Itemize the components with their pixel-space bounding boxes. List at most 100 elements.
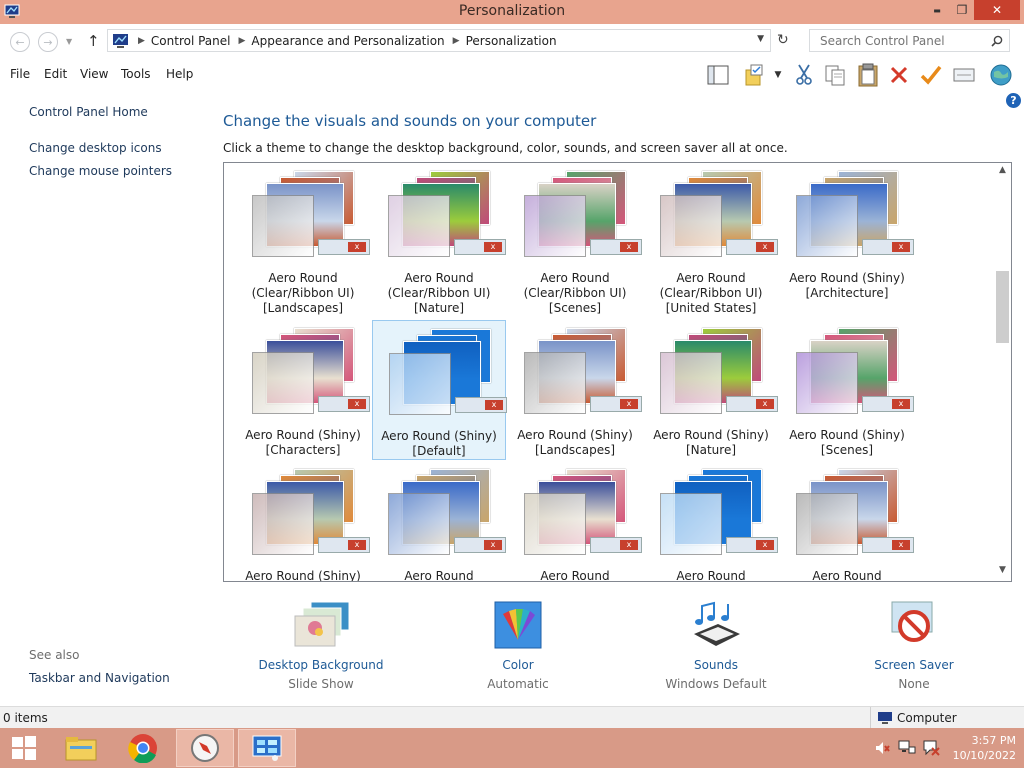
taskbar-navigation-link[interactable]: Taskbar and Navigation (29, 671, 170, 685)
breadcrumb-control-panel[interactable]: Control Panel (151, 34, 231, 48)
scroll-up-icon[interactable]: ▲ (994, 165, 1011, 179)
volume-muted-icon[interactable] (874, 740, 890, 759)
close-icon: x (620, 242, 638, 252)
up-button[interactable]: ↑ (87, 32, 100, 50)
theme-color-swatch (252, 195, 314, 257)
restore-icon: ❐ (956, 3, 968, 17)
setting-label[interactable]: Sounds (651, 658, 781, 672)
recent-locations-button[interactable]: ▼ (66, 37, 72, 46)
theme-preview: x (792, 326, 914, 414)
theme-subtitle: [Landscapes] (534, 443, 616, 457)
theme-tile[interactable]: x Aero Round (644, 461, 778, 582)
theme-tile[interactable]: x Aero Round (508, 461, 642, 581)
theme-window-preview: x (318, 239, 370, 255)
theme-tile[interactable]: x Aero Round (Clear/Ribbon UI) [Landscapes] (236, 163, 370, 315)
breadcrumb-separator[interactable]: ▶ (453, 36, 460, 46)
theme-label: Aero Round (Clear/Ribbon UI) [Nature] (372, 271, 506, 316)
menu-file[interactable]: File (10, 67, 30, 81)
theme-tile[interactable]: x Aero Round (Shiny) [Default] (372, 320, 507, 460)
delete-button[interactable] (886, 62, 912, 88)
menu-edit[interactable]: Edit (44, 67, 67, 81)
theme-tile[interactable]: x Aero Round (Clear/Ribbon UI) [United Stat… (644, 163, 778, 315)
breadcrumb-separator[interactable]: ▶ (239, 36, 246, 46)
close-icon: x (620, 399, 638, 409)
refresh-button[interactable]: ↻ (777, 32, 789, 48)
theme-subtitle: [Default] (412, 444, 466, 458)
theme-tile[interactable]: x Aero Round (372, 461, 506, 581)
theme-color-swatch (660, 352, 722, 414)
screen-saver-setting[interactable]: Screen Saver None (849, 600, 979, 691)
vertical-scrollbar[interactable]: ▲ ▼ (994, 163, 1011, 581)
scroll-thumb[interactable] (996, 271, 1009, 343)
scroll-down-icon[interactable]: ▼ (994, 565, 1011, 579)
copy-button[interactable] (822, 62, 848, 88)
forward-button[interactable]: → (38, 32, 58, 52)
properties-icon (953, 68, 975, 82)
setting-label[interactable]: Desktop Background (256, 658, 386, 672)
theme-preview: x (384, 169, 506, 257)
properties-button[interactable] (951, 62, 977, 88)
start-button[interactable] (0, 729, 48, 767)
compass-button[interactable] (176, 729, 234, 767)
address-dropdown-icon[interactable]: ▼ (757, 34, 764, 44)
theme-label: Aero Round (508, 569, 642, 581)
action-center-icon[interactable] (922, 740, 940, 759)
cut-button[interactable] (791, 62, 817, 88)
theme-variant: [Nature] (413, 301, 465, 315)
address-bar[interactable]: ▶ Control Panel ▶ Appearance and Persona… (107, 29, 771, 52)
breadcrumb-personalization[interactable]: Personalization (466, 34, 557, 48)
folder-options-button[interactable] (741, 62, 767, 88)
color-setting[interactable]: Color Automatic (453, 600, 583, 691)
theme-tile[interactable]: x Aero Round (Shiny) (236, 461, 370, 581)
theme-tile[interactable]: x Aero Round (Shiny) [Scenes] (780, 320, 914, 460)
checkmark-icon (920, 65, 942, 85)
sounds-setting[interactable]: Sounds Windows Default (651, 600, 781, 691)
search-icon[interactable] (991, 35, 1003, 47)
menu-view[interactable]: View (80, 67, 108, 81)
paste-button[interactable] (855, 62, 881, 88)
control-panel-button[interactable] (238, 729, 296, 767)
theme-subtitle: (Clear/Ribbon UI) (523, 286, 627, 300)
setting-label[interactable]: Color (453, 658, 583, 672)
menu-tools[interactable]: Tools (121, 67, 151, 81)
breadcrumb-appearance[interactable]: Appearance and Personalization (251, 34, 444, 48)
minimize-button[interactable]: ▬ (924, 0, 950, 20)
file-explorer-button[interactable] (52, 729, 110, 767)
theme-subtitle: [Scenes] (820, 443, 874, 457)
theme-tile[interactable]: x Aero Round (Shiny) [Nature] (644, 320, 778, 460)
maximize-button[interactable]: ❐ (950, 0, 974, 20)
layout-button[interactable] (705, 62, 731, 88)
globe-button[interactable] (988, 62, 1014, 88)
theme-name: Aero Round (676, 569, 746, 582)
search-box[interactable] (809, 29, 1010, 52)
search-input[interactable] (818, 33, 992, 49)
desktop-background-setting[interactable]: Desktop Background Slide Show (256, 600, 386, 691)
toolbar-dropdown[interactable]: ▼ (768, 62, 788, 88)
back-button[interactable]: ← (10, 32, 30, 52)
theme-tile[interactable]: x Aero Round (Clear/Ribbon UI) [Scenes] (508, 163, 642, 315)
change-desktop-icons-link[interactable]: Change desktop icons (29, 141, 162, 155)
help-icon[interactable]: ? (1006, 93, 1021, 108)
theme-tile[interactable]: x Aero Round (Shiny) [Landscapes] (508, 320, 642, 460)
theme-tile[interactable]: x Aero Round (780, 461, 914, 581)
chrome-button[interactable] (114, 729, 172, 767)
page-description: Click a theme to change the desktop back… (223, 141, 788, 155)
system-clock[interactable]: 3:57 PM 10/10/2022 (946, 733, 1016, 763)
menu-help[interactable]: Help (166, 67, 193, 81)
theme-tile[interactable]: x Aero Round (Clear/Ribbon UI) [Nature] (372, 163, 506, 315)
theme-tile[interactable]: x Aero Round (Shiny) [Architecture] (780, 163, 914, 303)
control-panel-home-link[interactable]: Control Panel Home (29, 105, 148, 119)
change-mouse-pointers-link[interactable]: Change mouse pointers (29, 164, 172, 178)
setting-label[interactable]: Screen Saver (849, 658, 979, 672)
network-icon[interactable] (898, 740, 916, 759)
theme-gallery[interactable]: x Aero Round (Clear/Ribbon UI) [Landscapes]… (223, 162, 1012, 582)
theme-subtitle: (Clear/Ribbon UI) (387, 286, 491, 300)
title-bar: Personalization ▬ ❐ ✕ (0, 0, 1024, 24)
close-button[interactable]: ✕ (974, 0, 1020, 20)
checkmark-button[interactable] (918, 62, 944, 88)
theme-preview: x (520, 467, 642, 555)
theme-tile[interactable]: x Aero Round (Shiny) [Characters] (236, 320, 370, 460)
theme-window-preview: x (590, 396, 642, 412)
setting-value: Slide Show (288, 677, 354, 691)
sounds-icon (688, 600, 744, 650)
